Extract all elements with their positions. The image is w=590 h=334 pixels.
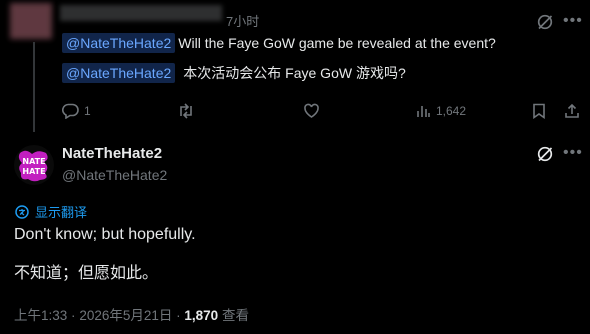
- reply-question-en: @NateTheHate2 Will the Faye GoW game be r…: [62, 33, 496, 53]
- author-display-name[interactable]: NateTheHate2: [62, 145, 162, 162]
- share-icon: [565, 103, 579, 118]
- translate-label: 显示翻译: [35, 205, 88, 220]
- reply-timestamp[interactable]: 7小时: [226, 11, 259, 30]
- reply-avatar[interactable]: [10, 3, 52, 39]
- views-button[interactable]: 1,642: [415, 103, 466, 119]
- views-label: 查看: [221, 308, 249, 323]
- mention-link[interactable]: @NateTheHate2: [62, 33, 176, 53]
- reply-button[interactable]: 1: [62, 103, 91, 119]
- author-avatar[interactable]: NATE HATE: [14, 145, 54, 185]
- grok-icon[interactable]: [536, 13, 554, 31]
- comment-icon: [62, 103, 79, 119]
- reply-question-zh: @NateTheHate2 本次活动会公布 Faye GoW 游戏吗?: [62, 63, 406, 83]
- mention-link[interactable]: @NateTheHate2: [62, 63, 176, 83]
- analytics-icon: [417, 106, 430, 117]
- heart-icon: [304, 103, 319, 118]
- separator: ·: [71, 308, 76, 323]
- like-button[interactable]: [303, 103, 320, 119]
- tweet-time[interactable]: 上午1:33: [14, 308, 67, 323]
- grok-icon[interactable]: [536, 145, 554, 163]
- svg-text:NATE: NATE: [22, 157, 45, 166]
- author-handle[interactable]: @NateTheHate2: [62, 167, 167, 183]
- avatar-logo: NATE HATE: [14, 145, 54, 185]
- tweet-view-count: 1,870: [184, 308, 219, 323]
- tweet-date[interactable]: 2026年5月21日: [79, 308, 172, 323]
- reply-count: 1: [84, 104, 91, 118]
- question-text-en: Will the Faye GoW game be revealed at th…: [178, 35, 496, 51]
- question-text-zh: 本次活动会公布 Faye GoW 游戏吗?: [183, 65, 406, 81]
- more-options-icon[interactable]: •••: [563, 13, 583, 29]
- separator: ·: [176, 308, 181, 323]
- tweet-text-zh: 不知道；但愿如此。: [14, 265, 159, 282]
- tweet-meta: 上午1:33 · 2026年5月21日 · 1,870 查看: [14, 304, 249, 324]
- reply-action-bar: 1 1,642: [62, 103, 580, 121]
- tweet-text-en: Don't know; but hopefully.: [14, 226, 196, 243]
- bookmark-icon: [533, 103, 545, 119]
- bookmark-button[interactable]: [532, 103, 546, 119]
- svg-text:HATE: HATE: [22, 167, 45, 176]
- show-translation-button[interactable]: 显示翻译: [14, 202, 87, 221]
- share-button[interactable]: [564, 103, 580, 119]
- repost-icon: [180, 103, 192, 119]
- thread-line: [33, 42, 35, 132]
- more-options-icon[interactable]: •••: [563, 145, 583, 161]
- view-count: 1,642: [436, 104, 467, 118]
- translate-icon: [15, 204, 29, 219]
- reply-author-name[interactable]: [60, 5, 222, 21]
- repost-button[interactable]: [177, 103, 195, 119]
